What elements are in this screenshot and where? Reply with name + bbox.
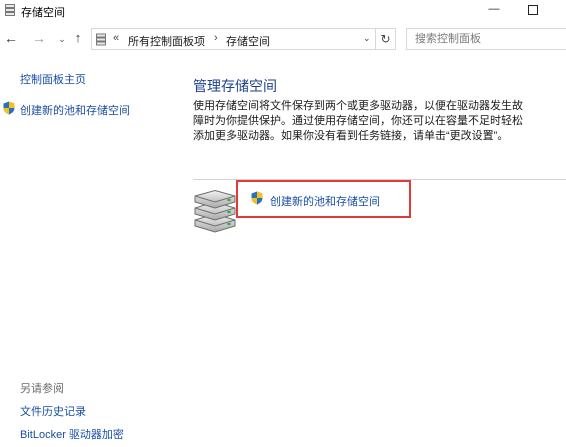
- file-history-link[interactable]: 文件历史记录: [20, 403, 86, 419]
- uac-shield-icon: [3, 101, 15, 115]
- refresh-button[interactable]: ↻: [376, 28, 396, 50]
- storage-spaces-icon: [5, 4, 15, 16]
- up-button[interactable]: ↑: [71, 30, 85, 46]
- create-pool-link-label: 创建新的池和存储空间: [20, 105, 130, 117]
- drive-stack-icon: [194, 190, 236, 233]
- title-bar: 存储空间 —: [0, 0, 566, 22]
- breadcrumb-all-control-panel-items[interactable]: 所有控制面板项: [128, 33, 205, 49]
- recent-locations-dropdown[interactable]: ⌄: [55, 31, 69, 47]
- navigation-bar: ← → ⌄ ↑ « 所有控制面板项 › 存储空间 ⌄ ↻: [0, 27, 566, 51]
- breadcrumb-storage-spaces[interactable]: 存储空间: [226, 33, 270, 49]
- window-title: 存储空间: [21, 7, 65, 19]
- address-bar[interactable]: « 所有控制面板项 › 存储空间 ⌄: [91, 28, 376, 50]
- page-description: 使用存储空间将文件保存到两个或更多驱动器，以便在驱动器发生故障时为你提供保护。通…: [193, 100, 523, 142]
- address-dropdown-button[interactable]: ⌄: [363, 33, 371, 44]
- uac-shield-icon: [251, 191, 263, 205]
- forward-button[interactable]: →: [32, 30, 46, 46]
- minimize-button[interactable]: —: [483, 2, 505, 18]
- left-pane: 控制面板主页 创建新的池和存储空间 另请参阅 文件历史记录 BitLocker …: [0, 60, 180, 447]
- control-panel-home-link[interactable]: 控制面板主页: [20, 71, 86, 87]
- search-input[interactable]: [406, 28, 566, 50]
- back-button[interactable]: ←: [4, 30, 18, 46]
- create-pool-task-link[interactable]: 创建新的池和存储空间: [270, 193, 380, 209]
- storage-spaces-icon: [96, 33, 106, 46]
- page-title: 管理存储空间: [193, 78, 277, 94]
- create-pool-task-highlight: 创建新的池和存储空间: [236, 180, 411, 218]
- maximize-button[interactable]: [528, 5, 538, 15]
- breadcrumb-separator[interactable]: ›: [214, 32, 218, 44]
- bitlocker-link[interactable]: BitLocker 驱动器加密: [20, 426, 124, 442]
- see-also-heading: 另请参阅: [20, 383, 64, 395]
- breadcrumb-overflow[interactable]: «: [113, 32, 119, 44]
